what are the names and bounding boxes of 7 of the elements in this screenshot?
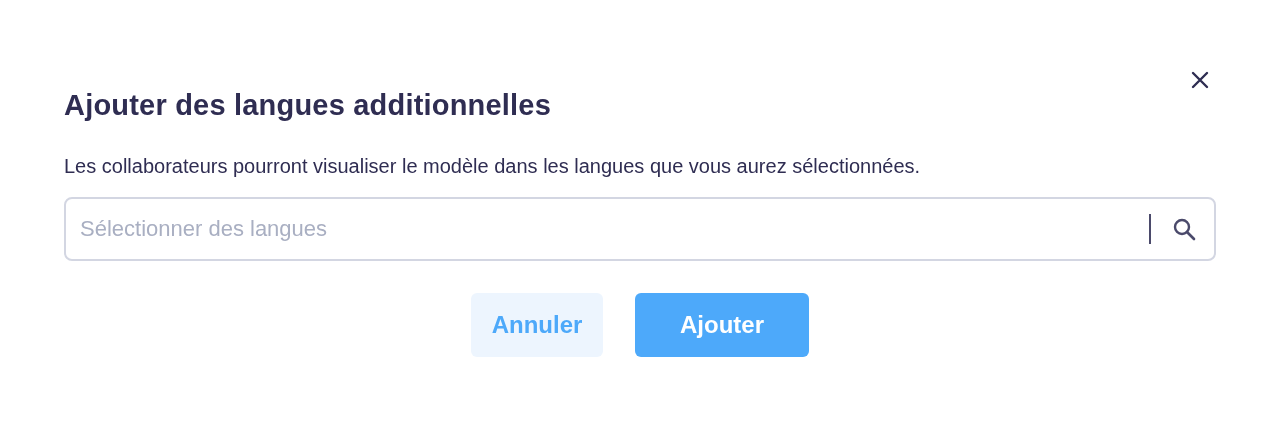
add-button[interactable]: Ajouter — [635, 293, 809, 357]
search-icon — [1172, 217, 1196, 241]
language-search-field[interactable]: Sélectionner des langues — [64, 197, 1216, 261]
cancel-button[interactable]: Annuler — [471, 293, 603, 357]
dialog-title: Ajouter des langues additionnelles — [64, 88, 552, 123]
close-icon — [1191, 71, 1209, 89]
dialog-description: Les collaborateurs pourront visualiser le modèle dans les langues que vous aurez sélectionnées. — [64, 154, 922, 179]
